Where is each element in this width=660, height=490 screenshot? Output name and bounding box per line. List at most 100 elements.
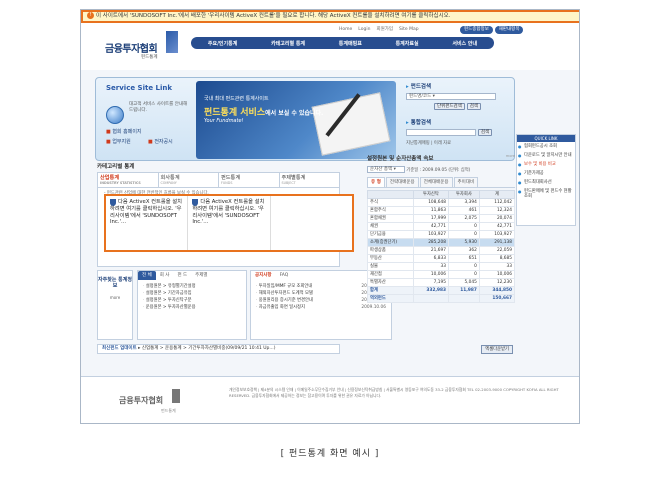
gnb-item-category[interactable]: 카테고리별 통계	[271, 40, 305, 47]
table-cell: 파생상품	[367, 246, 414, 255]
total-search-input[interactable]	[406, 129, 476, 136]
table-cell: 33	[478, 262, 516, 271]
quick-item-company[interactable]: 펀드최대회사선	[517, 178, 575, 187]
fund-code-input[interactable]: 펀드명/코드 ▾	[406, 93, 496, 100]
list-item[interactable]: 운용원본 > 투자자산별운용	[143, 304, 241, 311]
table-cell: 재간접	[367, 270, 414, 279]
table-row: 특별자산 7,195 5,045 12,230	[367, 278, 516, 287]
activex-cell-2[interactable]: 다음 ActiveX 컨트롤을 설치하려면 여기를 클릭하십시오. '우리사이템…	[188, 196, 271, 250]
quick-item-fee-compare[interactable]: 보수 및 비용 비교	[517, 160, 575, 169]
tab-industry[interactable]: 산업통계 INDUSTRY STATISTICS	[98, 173, 159, 187]
total-search-links[interactable]: 지난통계매핑 | 이래 자료	[406, 140, 511, 146]
util-link-login[interactable]: Login	[358, 27, 370, 32]
tab-company-mini[interactable]: 회 사	[156, 271, 174, 280]
aum-filter: 순자산 총액 ▾ 기준일 : 2009.09.05 (단위: 십억)	[367, 166, 515, 173]
table-cell: 17,999	[412, 214, 449, 223]
stats-list: 설정원본 > 유형별기간설정 설정원본 > 기간자금유입 설정원본 > 투자신탁…	[138, 280, 246, 314]
aum-tabs: 유 형 전략대배운용 전체대배운용 추이대비	[367, 177, 515, 188]
quick-item-nav[interactable]: 기준가제공	[517, 169, 575, 178]
aum-table: 투자신탁 투자회사 계 주식 108,648 3,394 112,042 혼합주식 11,86…	[367, 190, 516, 303]
gnb-item-service[interactable]: 서비스 안내	[452, 40, 477, 47]
tab-total[interactable]: 전체대배운용	[419, 177, 453, 187]
table-cell: 부동산	[367, 254, 414, 263]
other-pill[interactable]: 재판내항목	[494, 26, 524, 34]
gnb-item-popular[interactable]: 주요/인기통계	[208, 40, 237, 47]
aum-title: 설정원본 및 순자산총액 속보 more	[367, 154, 515, 162]
table-row: 재간접 10,006 0 10,006	[367, 270, 516, 279]
table-cell: 특별자산	[367, 278, 414, 287]
tab-company[interactable]: 회사통계 COMPANY	[159, 173, 219, 187]
excel-download-button[interactable]: 엑셀다운받기	[481, 345, 513, 354]
total-search-button[interactable]: 검색	[477, 129, 493, 136]
total-search-title: 통합검색	[406, 118, 511, 126]
hero-link-disclosure[interactable]: ■ 전자공시	[148, 138, 173, 145]
table-body: 주식 108,648 3,394 112,042 혼합주식 11,863 461 12,324…	[367, 198, 516, 303]
browser-page: ! 이 사이트에서 'SUNDOSOFT Inc.'에서 배포한 '우리사이템 A…	[80, 9, 580, 424]
activex-bar-text: 이 사이트에서 'SUNDOSOFT Inc.'에서 배포한 '우리사이템 Ac…	[96, 13, 451, 19]
activex-cell-1[interactable]: 다음 ActiveX 컨트롤을 설치하려면 여기를 클릭하십시오. '우리사이템…	[106, 196, 189, 250]
notice-text: 해외자산투자펀드 도계적 모델	[258, 291, 313, 296]
tab-fund-mini[interactable]: 펀 드	[173, 271, 191, 280]
warning-icon: !	[87, 12, 94, 19]
quick-link-title: QUICK LINK	[517, 135, 575, 142]
aum-summary-panel: 설정원본 및 순자산총액 속보 more 순자산 총액 ▾ 기준일 : 2009.…	[367, 154, 516, 354]
tab-notice[interactable]: 공지사항	[251, 271, 276, 280]
tab-funds[interactable]: 펀드통계 FUNDS	[219, 173, 280, 187]
utility-pills: 펀드종합정보 재판내항목	[460, 25, 524, 34]
table-cell: 362	[447, 246, 480, 255]
aum-type-select[interactable]: 순자산 총액 ▾	[367, 166, 405, 173]
activex-info-bar[interactable]: ! 이 사이트에서 'SUNDOSOFT Inc.'에서 배포한 '우리사이템 A…	[81, 10, 579, 23]
table-cell: 20,074	[478, 214, 516, 223]
global-nav: 주요/인기통계 카테고리별 통계 통계매핑표 통계자료실 서비스 안내	[191, 37, 494, 49]
util-link-home[interactable]: Home	[339, 27, 352, 32]
table-cell: 역외펀드	[367, 294, 414, 303]
tab-trend[interactable]: 추이대비	[453, 177, 479, 187]
tab-company-sub: COMPANY	[160, 181, 177, 185]
banner-line-2-strong: 펀드통계 서비스	[204, 108, 266, 118]
tab-strategy[interactable]: 전략대배운용	[385, 177, 419, 187]
promo-banner[interactable]: 국내 최대 펀드관련 통계사이트 펀드통계 서비스에서 보실 수 있습니다. Y…	[196, 81, 396, 159]
util-link-join[interactable]: 회원가입	[376, 27, 393, 32]
aum-more[interactable]: more	[506, 154, 515, 158]
faq-stats-more[interactable]: more	[98, 295, 132, 300]
table-cell: 혼합채권	[367, 214, 414, 223]
gnb-item-mapping[interactable]: 통계매핑표	[339, 40, 362, 47]
hero-link-homepage[interactable]: ■ 협회 홈페이지	[106, 128, 142, 135]
table-header-cell	[367, 190, 414, 199]
list-item[interactable]: 설정원본 > 투자신탁구분	[143, 297, 241, 304]
tab-funds-sub: FUNDS	[221, 181, 233, 185]
tab-subject-mini[interactable]: 주제별	[191, 271, 211, 280]
list-item[interactable]: 설정원본 > 유형별기간설정	[143, 283, 241, 290]
category-tabs: 산업통계 INDUSTRY STATISTICS 회사통계 COMPANY 펀드통계…	[98, 173, 339, 188]
gnb-item-library[interactable]: 통계자료실	[396, 40, 419, 47]
footer-text: 개인정보보호정책 | 제4분의 시스템 인재 | 이메일주소무단수집거부 안내 …	[229, 387, 559, 398]
fund-update-bar[interactable]: 최신펀드 업데이트 ▸ 신업통계 > 운용통계 > 기간투자자산별비중(09/0…	[97, 344, 340, 354]
unit-fund-search-button[interactable]: 단위펀드검색	[434, 103, 465, 110]
quick-item-download[interactable]: 다운로드 및 알지시만 안내	[517, 151, 575, 160]
table-cell: 합계	[367, 286, 414, 295]
table-cell: 108,648	[412, 198, 449, 207]
tab-faq[interactable]: FAQ	[276, 271, 293, 280]
util-link-sitemap[interactable]: Site Map	[399, 27, 419, 32]
table-cell: 10,006	[478, 270, 516, 279]
fund-info-pill[interactable]: 펀드종합정보	[460, 26, 493, 34]
site-logo[interactable]: 금융투자협회	[105, 40, 158, 55]
table-header-cell: 투자회사	[447, 190, 480, 199]
hero-link-support[interactable]: ■ 업무지원	[106, 138, 131, 145]
quick-item-disclosure[interactable]: 협회펀드공시 조회	[517, 142, 575, 151]
quick-item-sales[interactable]: 펀드판매에 및 펀드수 현황조회	[517, 187, 575, 201]
tab-type[interactable]: 유 형	[367, 177, 385, 187]
table-cell: 5,045	[447, 278, 480, 287]
table-row: 단기금융 103,927 0 103,927	[367, 230, 516, 239]
stats-tabs: 전 체 회 사 펀 드 주제별	[138, 271, 246, 280]
list-item[interactable]: 설정원본 > 기간자금유입	[143, 290, 241, 297]
table-cell: 103,927	[478, 230, 516, 239]
tab-subject[interactable]: 주제별통계 SUBJECT	[280, 173, 340, 187]
table-cell: 0	[447, 262, 480, 271]
table-cell: 7,195	[412, 278, 449, 287]
fund-search-button[interactable]: 검색	[466, 103, 482, 110]
table-cell: 단기금융	[367, 230, 414, 239]
faq-stats-tile[interactable]: 자주찾는 통계정보 more	[97, 270, 133, 340]
table-cell: 22,059	[478, 246, 516, 255]
tab-all[interactable]: 전 체	[138, 271, 156, 280]
